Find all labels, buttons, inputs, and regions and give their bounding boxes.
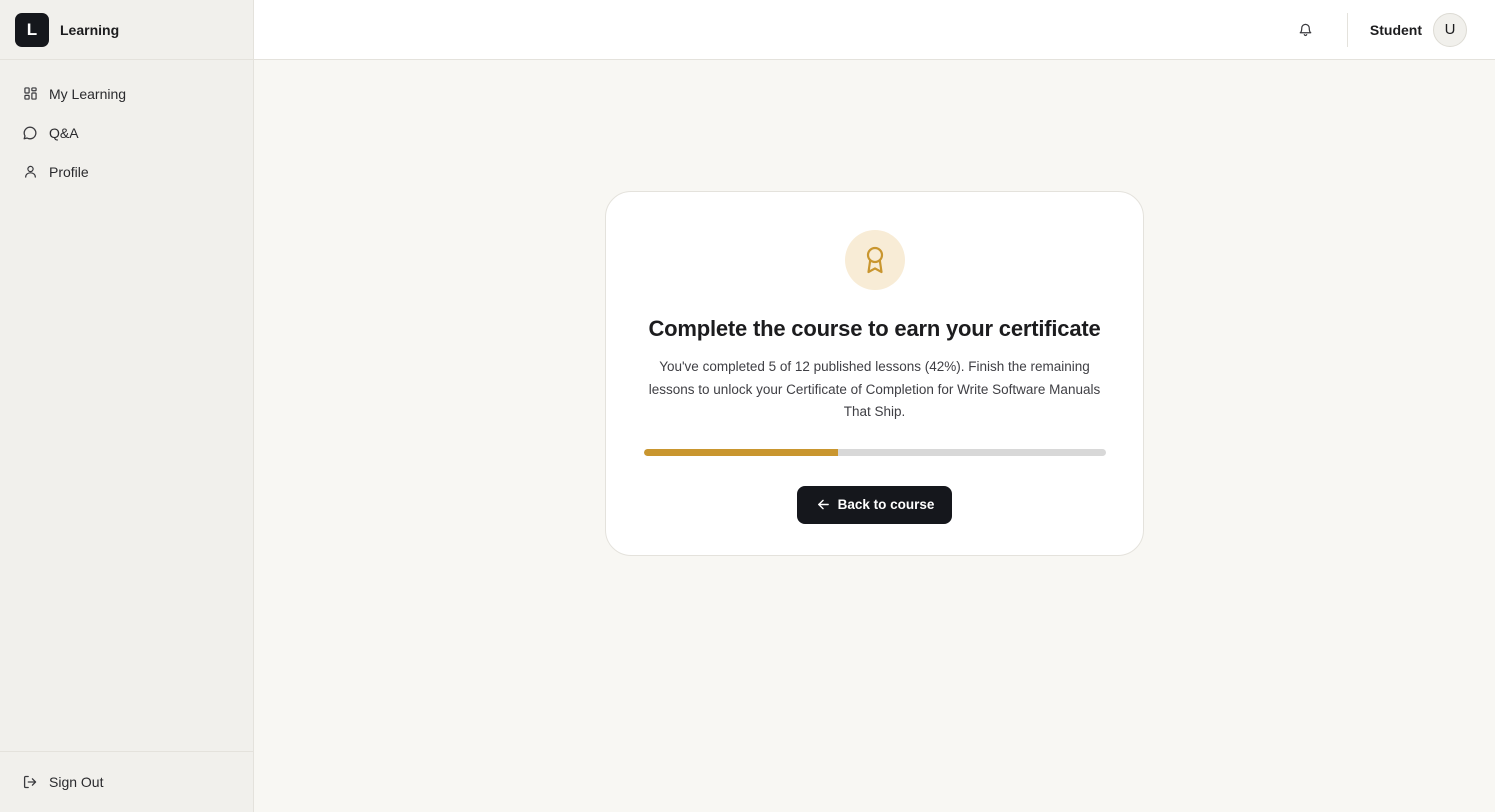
app-shell: L Learning My Learning Q&A Profile Sign … bbox=[0, 0, 1495, 812]
main-area: Student U Complete the course to earn yo… bbox=[254, 0, 1495, 812]
arrow-left-icon bbox=[817, 498, 830, 511]
sidebar-item-label: My Learning bbox=[49, 85, 127, 102]
card-description: You've completed 5 of 12 published lesso… bbox=[648, 359, 1101, 419]
sign-out-label: Sign Out bbox=[49, 774, 104, 790]
grid-icon bbox=[23, 87, 37, 101]
award-ribbon-icon bbox=[844, 230, 905, 290]
sidebar-item-profile[interactable]: Profile bbox=[0, 152, 253, 191]
back-to-course-button[interactable]: Back to course bbox=[796, 485, 953, 524]
user-icon bbox=[23, 165, 37, 179]
sidebar: L Learning My Learning Q&A Profile Sign … bbox=[0, 0, 254, 812]
sign-out-button[interactable]: Sign Out bbox=[0, 763, 253, 802]
sidebar-item-qa[interactable]: Q&A bbox=[0, 113, 253, 152]
certificate-locked-card: Complete the course to earn your certifi… bbox=[605, 191, 1144, 556]
avatar[interactable]: U bbox=[1433, 12, 1467, 47]
sidebar-nav: My Learning Q&A Profile bbox=[0, 60, 253, 751]
user-name: Student bbox=[1369, 21, 1422, 38]
back-to-course-label: Back to course bbox=[837, 497, 935, 512]
page-content: Complete the course to earn your certifi… bbox=[254, 60, 1495, 812]
course-progress-fill bbox=[643, 448, 838, 456]
sidebar-item-my-learning[interactable]: My Learning bbox=[0, 74, 253, 113]
top-bar: Student U bbox=[254, 0, 1495, 60]
brand[interactable]: L Learning bbox=[0, 0, 253, 60]
brand-name: Learning bbox=[60, 21, 120, 38]
sidebar-footer: Sign Out bbox=[0, 751, 253, 812]
sidebar-item-label: Q&A bbox=[49, 124, 79, 141]
brand-logo: L bbox=[15, 12, 49, 47]
sidebar-item-label: Profile bbox=[49, 163, 89, 180]
course-progress-bar bbox=[643, 448, 1106, 456]
sign-out-icon bbox=[23, 775, 37, 789]
top-bar-divider bbox=[1346, 12, 1348, 47]
card-title: Complete the course to earn your certifi… bbox=[648, 316, 1101, 341]
bell-icon[interactable] bbox=[1297, 21, 1315, 39]
chat-bubble-icon bbox=[23, 126, 37, 140]
